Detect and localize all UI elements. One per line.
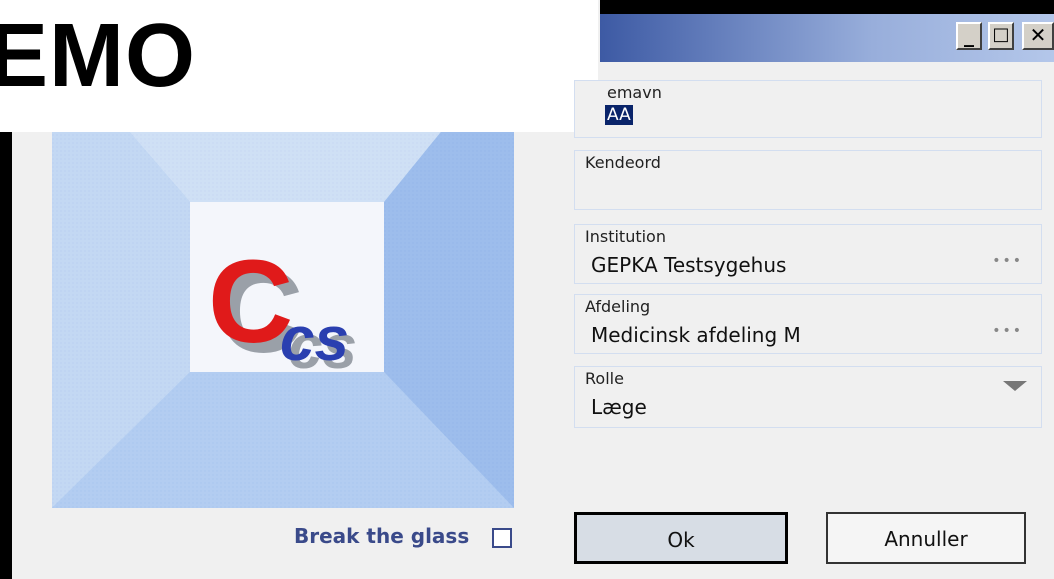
institution-value[interactable]: GEPKA Testsygehus <box>591 253 786 277</box>
department-value[interactable]: Medicinsk afdeling M <box>591 323 801 347</box>
role-value[interactable]: Læge <box>591 395 647 419</box>
break-the-glass-checkbox[interactable] <box>492 528 512 548</box>
ccs-logo: C C cs cs <box>52 132 514 508</box>
role-label: Rolle <box>585 369 624 388</box>
cancel-button[interactable]: Annuller <box>826 512 1026 564</box>
logo-panel: C C cs cs <box>52 132 514 508</box>
demo-banner: EMO <box>0 0 598 132</box>
department-field[interactable]: Afdeling Medicinsk afdeling M ••• <box>574 294 1042 354</box>
username-value[interactable]: AA <box>605 105 633 125</box>
institution-more-icon[interactable]: ••• <box>992 253 1023 269</box>
department-label: Afdeling <box>585 297 651 316</box>
password-field[interactable]: Kendeord <box>574 150 1042 210</box>
username-label: emavn <box>607 83 662 102</box>
password-label: Kendeord <box>585 153 661 172</box>
institution-field[interactable]: Institution GEPKA Testsygehus ••• <box>574 224 1042 284</box>
chevron-down-icon[interactable] <box>1003 381 1027 391</box>
institution-label: Institution <box>585 227 666 246</box>
login-dialog: _ □ ✕ C C cs cs EMO emavn AA Kendeord In… <box>0 0 1054 579</box>
maximize-button[interactable]: □ <box>988 22 1014 50</box>
title-bar[interactable] <box>600 14 1054 62</box>
top-border <box>600 0 1054 14</box>
minimize-button[interactable]: _ <box>956 22 982 50</box>
logo-cs: cs <box>280 305 349 374</box>
demo-watermark: EMO <box>0 6 197 106</box>
department-more-icon[interactable]: ••• <box>992 323 1023 339</box>
role-dropdown[interactable]: Rolle Læge <box>574 366 1042 428</box>
ok-button[interactable]: Ok <box>574 512 788 564</box>
username-field[interactable]: emavn AA <box>574 80 1042 138</box>
break-the-glass-label: Break the glass <box>294 524 470 548</box>
close-button[interactable]: ✕ <box>1022 22 1054 50</box>
